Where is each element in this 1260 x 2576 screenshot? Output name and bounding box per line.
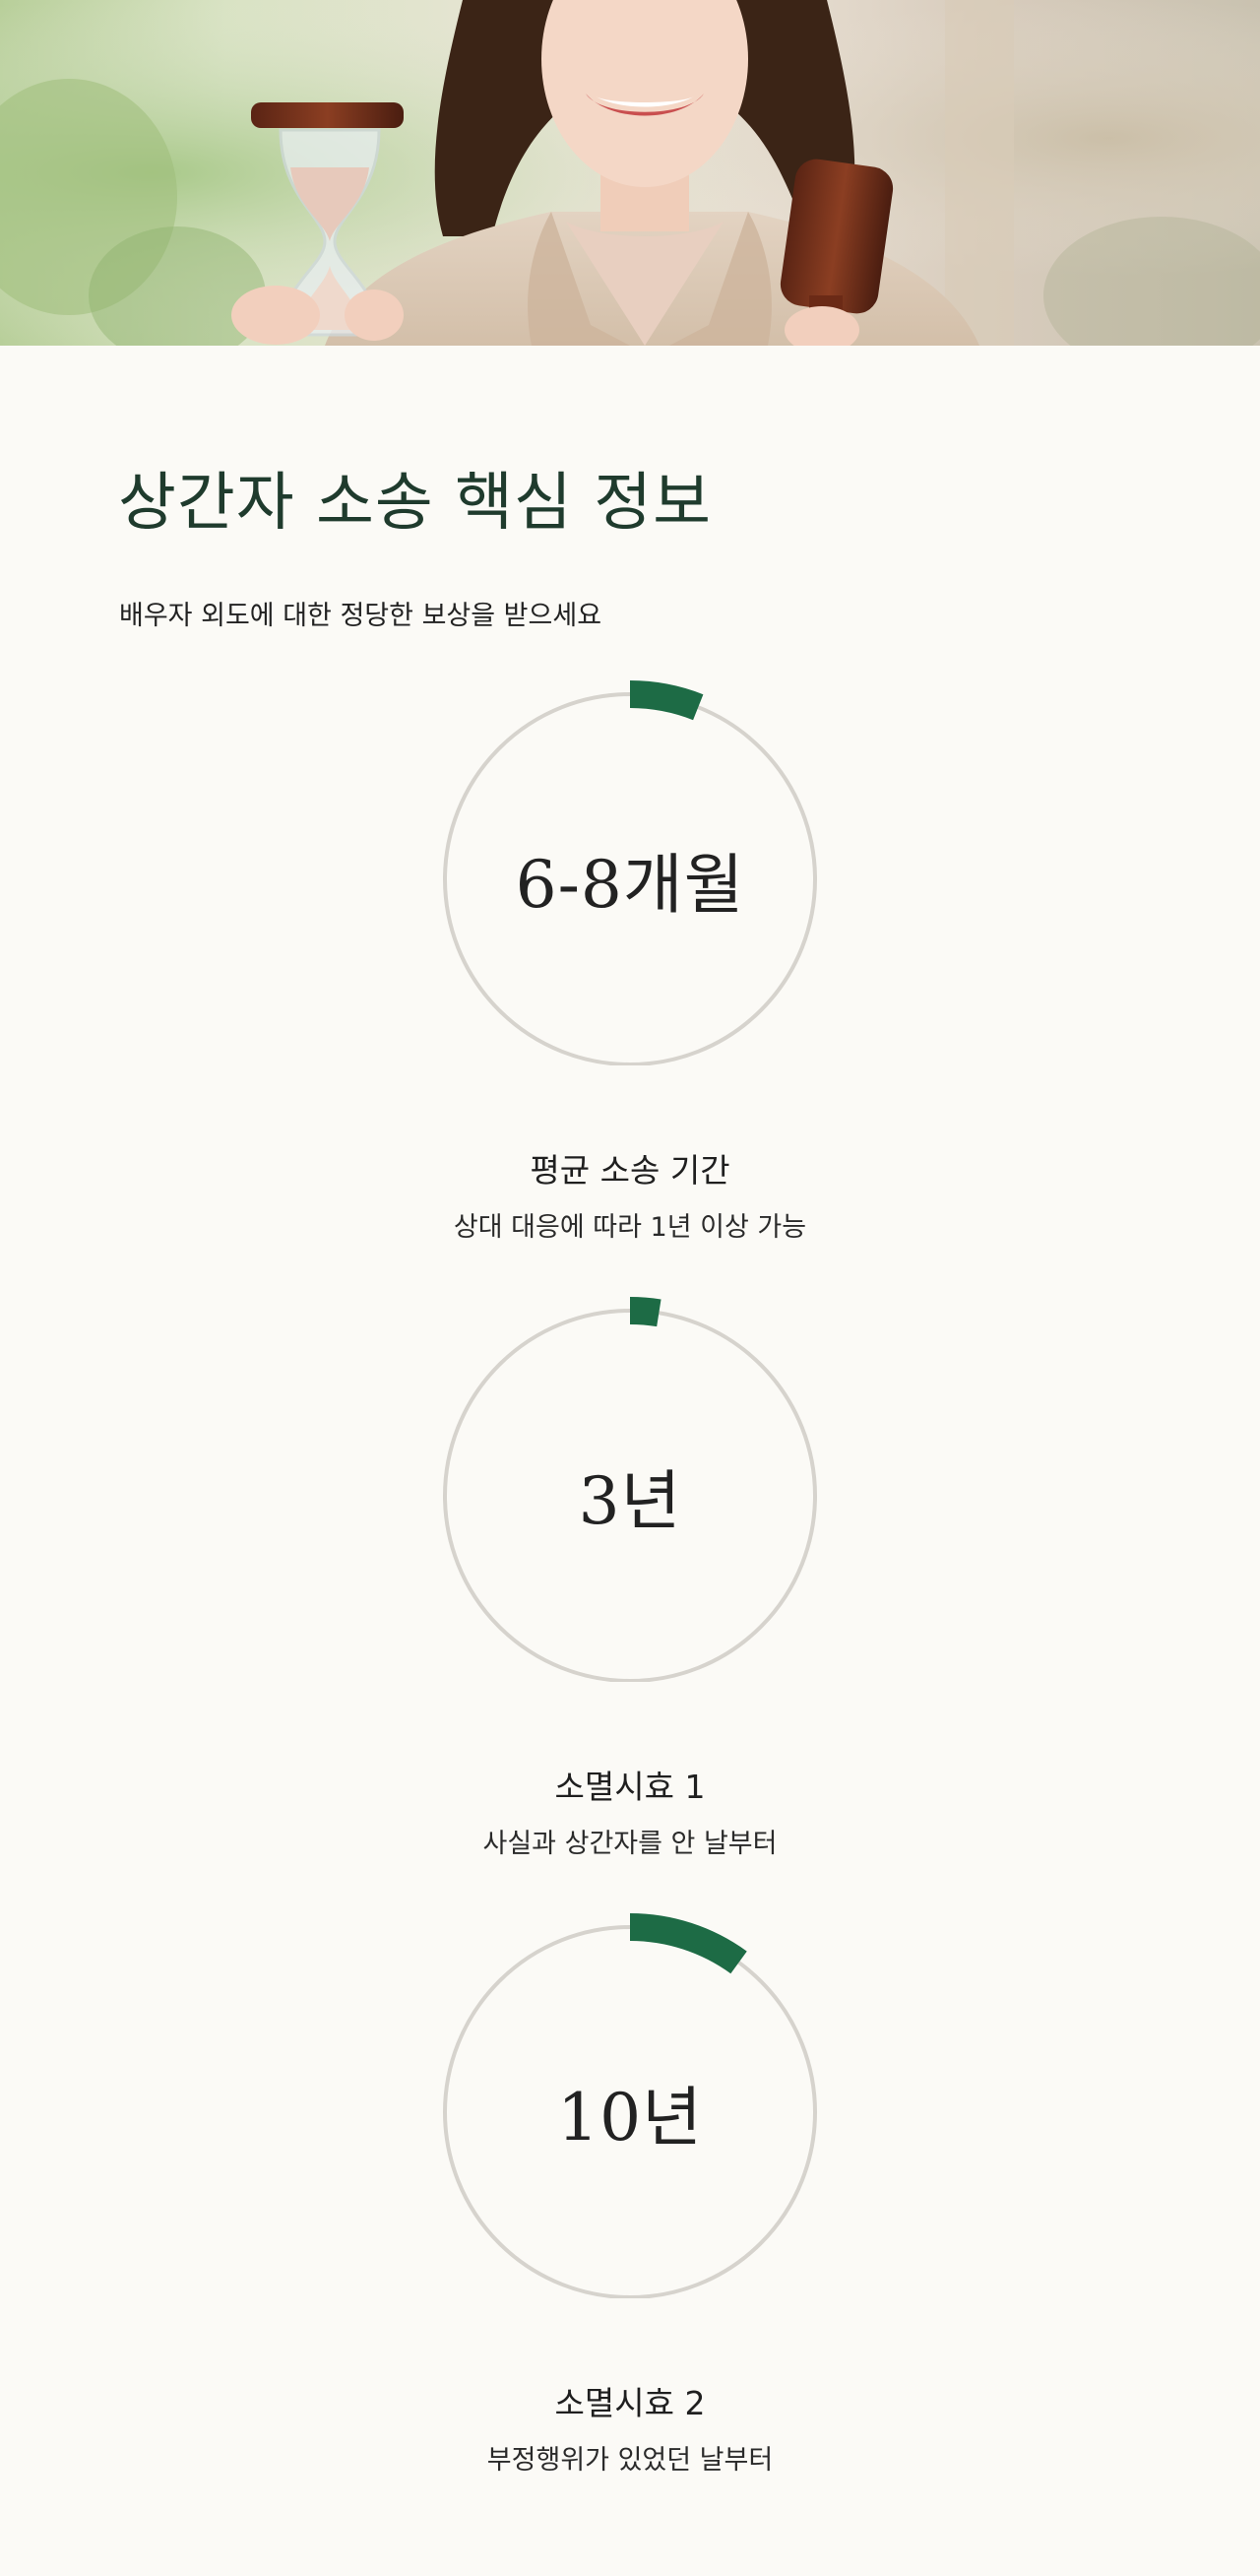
stat-item-limitation-2: 10년 소멸시효 2 부정행위가 있었던 날부터 — [0, 1899, 1260, 2489]
stat-label: 소멸시효 1 — [554, 1768, 706, 1806]
progress-ring: 6-8개월 — [430, 666, 830, 1065]
stat-description: 사실과 상간자를 안 날부터 — [482, 1829, 778, 1859]
progress-ring: 10년 — [430, 1899, 830, 2298]
hero-image — [0, 0, 1260, 346]
stat-item-duration: 6-8개월 평균 소송 기간 상대 대응에 따라 1년 이상 가능 — [0, 666, 1260, 1256]
key-info-section: 상간자 소송 핵심 정보 배우자 외도에 대한 정당한 보상을 받으세요 6-8… — [0, 346, 1260, 2576]
stat-value: 3년 — [578, 1463, 682, 1539]
progress-ring: 3년 — [430, 1282, 830, 1682]
stat-label: 평균 소송 기간 — [530, 1151, 730, 1190]
stat-value: 10년 — [557, 2080, 703, 2156]
section-subtitle: 배우자 외도에 대한 정당한 보상을 받으세요 — [119, 601, 602, 631]
stat-item-limitation-1: 3년 소멸시효 1 사실과 상간자를 안 날부터 — [0, 1282, 1260, 1873]
stat-description: 상대 대응에 따라 1년 이상 가능 — [453, 1212, 807, 1243]
stat-description: 부정행위가 있었던 날부터 — [486, 2445, 774, 2476]
stat-label: 소멸시효 2 — [554, 2384, 706, 2422]
section-title: 상간자 소송 핵심 정보 — [118, 467, 712, 540]
stat-value: 6-8개월 — [515, 847, 745, 923]
hero-illustration — [0, 0, 1260, 346]
